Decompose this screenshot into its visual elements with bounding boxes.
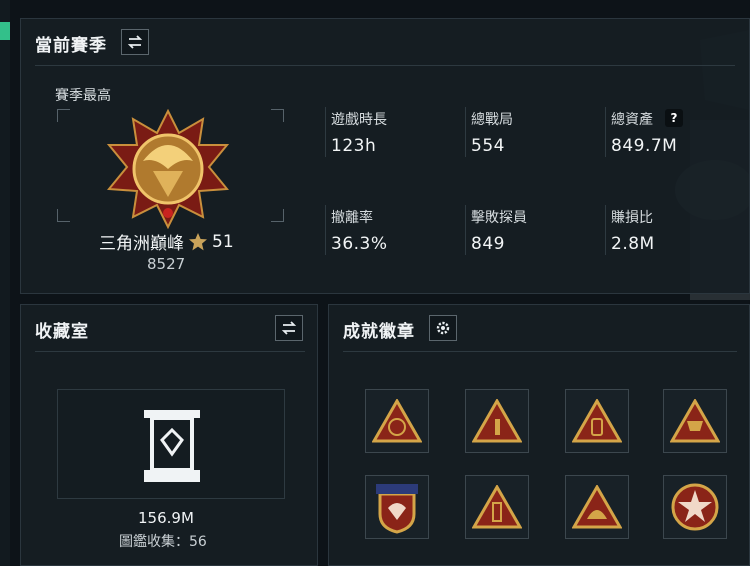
badge-slot[interactable] (465, 475, 529, 539)
season-switch-button[interactable] (121, 29, 149, 55)
stat-label-total-assets: 總資產 (611, 112, 653, 128)
season-title: 當前賽季 (35, 36, 107, 56)
collection-switch-button[interactable] (275, 315, 303, 341)
trophy-badge-icon (670, 399, 720, 443)
rank-name: 三角洲巔峰 51 (99, 229, 234, 255)
stat-separator (465, 107, 466, 157)
frame-corner (57, 209, 70, 222)
collection-showcase[interactable] (57, 389, 285, 499)
helmet-badge-icon (572, 485, 622, 529)
badge-slot[interactable] (565, 475, 629, 539)
stat-value-kills: 849 (471, 234, 505, 254)
star-emblem-badge-icon (671, 483, 719, 531)
badge-slot[interactable] (365, 475, 429, 539)
usb-drive-badge-icon (472, 485, 522, 529)
number-one-badge-icon (472, 399, 522, 443)
achievements-title: 成就徽章 (343, 322, 415, 342)
frame-corner (271, 109, 284, 122)
rank-points: 8527 (147, 255, 186, 273)
star-icon (189, 232, 207, 250)
bottle-badge-icon (572, 399, 622, 443)
stat-label-total-matches: 總戰局 (471, 112, 513, 128)
stat-value-total-matches: 554 (471, 136, 505, 156)
stat-value-total-assets: 849.7M (611, 136, 678, 156)
season-best-label: 賽季最高 (55, 88, 111, 104)
stat-separator (605, 107, 606, 157)
stat-label-playtime: 遊戲時長 (331, 112, 387, 128)
collection-panel: 收藏室 156.9M 圖鑑收集：56 (20, 304, 318, 566)
frame-corner (57, 109, 70, 122)
rank-name-text: 三角洲巔峰 (99, 234, 184, 254)
stat-separator (465, 205, 466, 255)
stat-value-playtime: 123h (331, 136, 377, 156)
stat-label-profit-ratio: 賺損比 (611, 210, 653, 226)
stat-separator (325, 107, 326, 157)
stat-separator (605, 205, 606, 255)
stat-label-kills: 擊敗探員 (471, 210, 527, 226)
achievements-panel: 成就徽章 (328, 304, 750, 566)
rank-stars: 51 (212, 231, 234, 252)
collection-value: 156.9M (138, 509, 194, 527)
season-panel: 當前賽季 賽季最高 三角洲巔峰 51 8527 遊戲時長 123h 總戰局 55… (20, 18, 750, 294)
stat-separator (325, 205, 326, 255)
badge-slot[interactable] (465, 389, 529, 453)
achievements-divider (343, 351, 737, 352)
swap-icon (127, 35, 143, 49)
season-divider (35, 65, 735, 66)
help-icon[interactable]: ? (665, 109, 683, 127)
gear-icon (436, 321, 450, 335)
radar-dish-badge-icon (372, 399, 422, 443)
collection-divider (35, 351, 305, 352)
swap-icon (281, 321, 297, 335)
collection-catalog-count: 圖鑑收集：56 (119, 534, 207, 550)
badge-slot[interactable] (365, 389, 429, 453)
badge-slot[interactable] (663, 475, 727, 539)
rank-emblem-icon (106, 109, 230, 229)
badge-slot[interactable] (565, 389, 629, 453)
stat-value-profit-ratio: 2.8M (611, 234, 655, 254)
eagle-shield-badge-icon (376, 484, 418, 534)
stat-value-extract-rate: 36.3% (331, 234, 388, 254)
achievements-settings-button[interactable] (429, 315, 457, 341)
collection-title: 收藏室 (35, 322, 89, 342)
display-case-icon (144, 410, 200, 482)
stat-label-extract-rate: 撤離率 (331, 210, 373, 226)
frame-corner (271, 209, 284, 222)
badge-slot[interactable] (663, 389, 727, 453)
